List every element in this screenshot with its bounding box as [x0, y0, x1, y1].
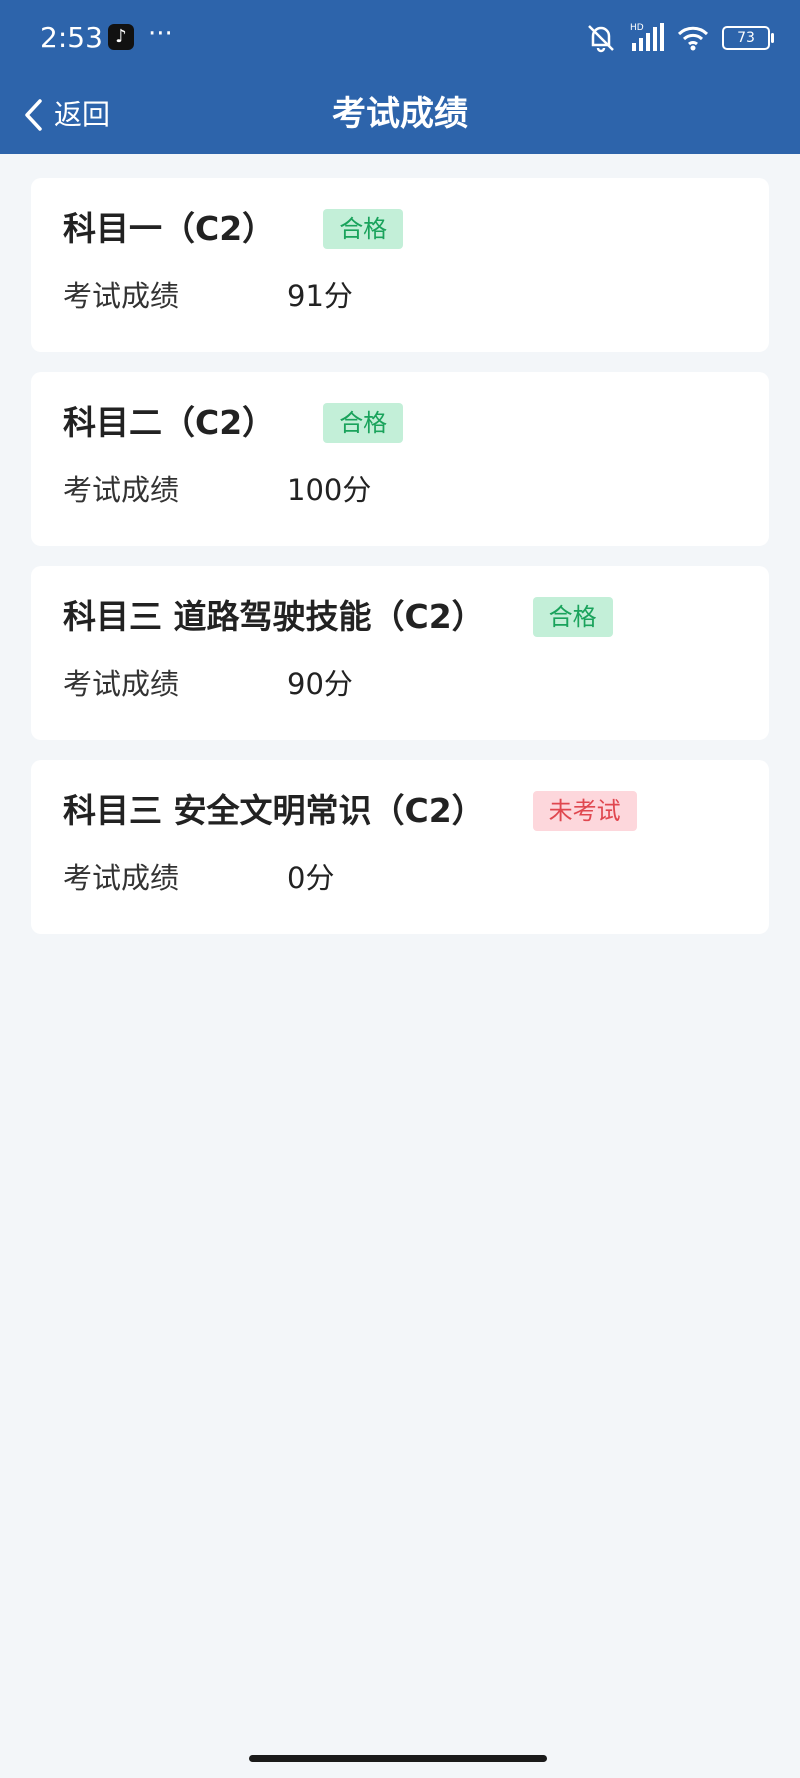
exam-subject: 科目三 道路驾驶技能（C2） [63, 597, 485, 636]
status-badge: 合格 [323, 403, 404, 443]
exam-subject: 科目二（C2） [63, 403, 276, 442]
score-label: 考试成绩 [63, 279, 180, 313]
signal-icon: HD [630, 23, 664, 51]
score-value: 0分 [287, 861, 335, 895]
nav-bar: 返回 考试成绩 [0, 76, 800, 154]
status-icons: HD 73 [584, 20, 774, 56]
battery-icon: 73 [722, 26, 774, 50]
bell-off-icon [588, 25, 614, 53]
wifi-icon [677, 26, 709, 51]
score-label: 考试成绩 [63, 667, 180, 701]
exam-card-subject-2: 科目二（C2） 合格 考试成绩 100分 [31, 372, 769, 546]
status-bar: 2:53 ♪ ··· HD 73 [0, 0, 800, 76]
score-label: 考试成绩 [63, 861, 180, 895]
score-label: 考试成绩 [63, 473, 180, 507]
page-title: 考试成绩 [332, 94, 468, 134]
exam-subject: 科目三 安全文明常识（C2） [63, 791, 485, 830]
exam-list: 科目一（C2） 合格 考试成绩 91分 科目二（C2） 合格 考试成绩 100分… [31, 178, 769, 954]
more-notifications-icon: ··· [148, 19, 173, 49]
exam-card-subject-3-driving: 科目三 道路驾驶技能（C2） 合格 考试成绩 90分 [31, 566, 769, 740]
status-badge: 合格 [323, 209, 404, 249]
hd-label: HD [630, 23, 644, 33]
exam-card-subject-1: 科目一（C2） 合格 考试成绩 91分 [31, 178, 769, 352]
score-value: 100分 [287, 473, 372, 507]
status-badge: 合格 [532, 597, 613, 637]
exam-card-subject-3-safety: 科目三 安全文明常识（C2） 未考试 考试成绩 0分 [31, 760, 769, 934]
status-time: 2:53 [40, 21, 103, 54]
exam-subject: 科目一（C2） [63, 209, 276, 248]
score-value: 91分 [287, 279, 353, 313]
tiktok-icon: ♪ [108, 24, 134, 50]
home-indicator[interactable] [249, 1755, 547, 1762]
status-badge: 未考试 [532, 791, 637, 831]
app-header: 2:53 ♪ ··· HD 73 返回 考试成绩 [0, 0, 800, 154]
score-value: 90分 [287, 667, 353, 701]
